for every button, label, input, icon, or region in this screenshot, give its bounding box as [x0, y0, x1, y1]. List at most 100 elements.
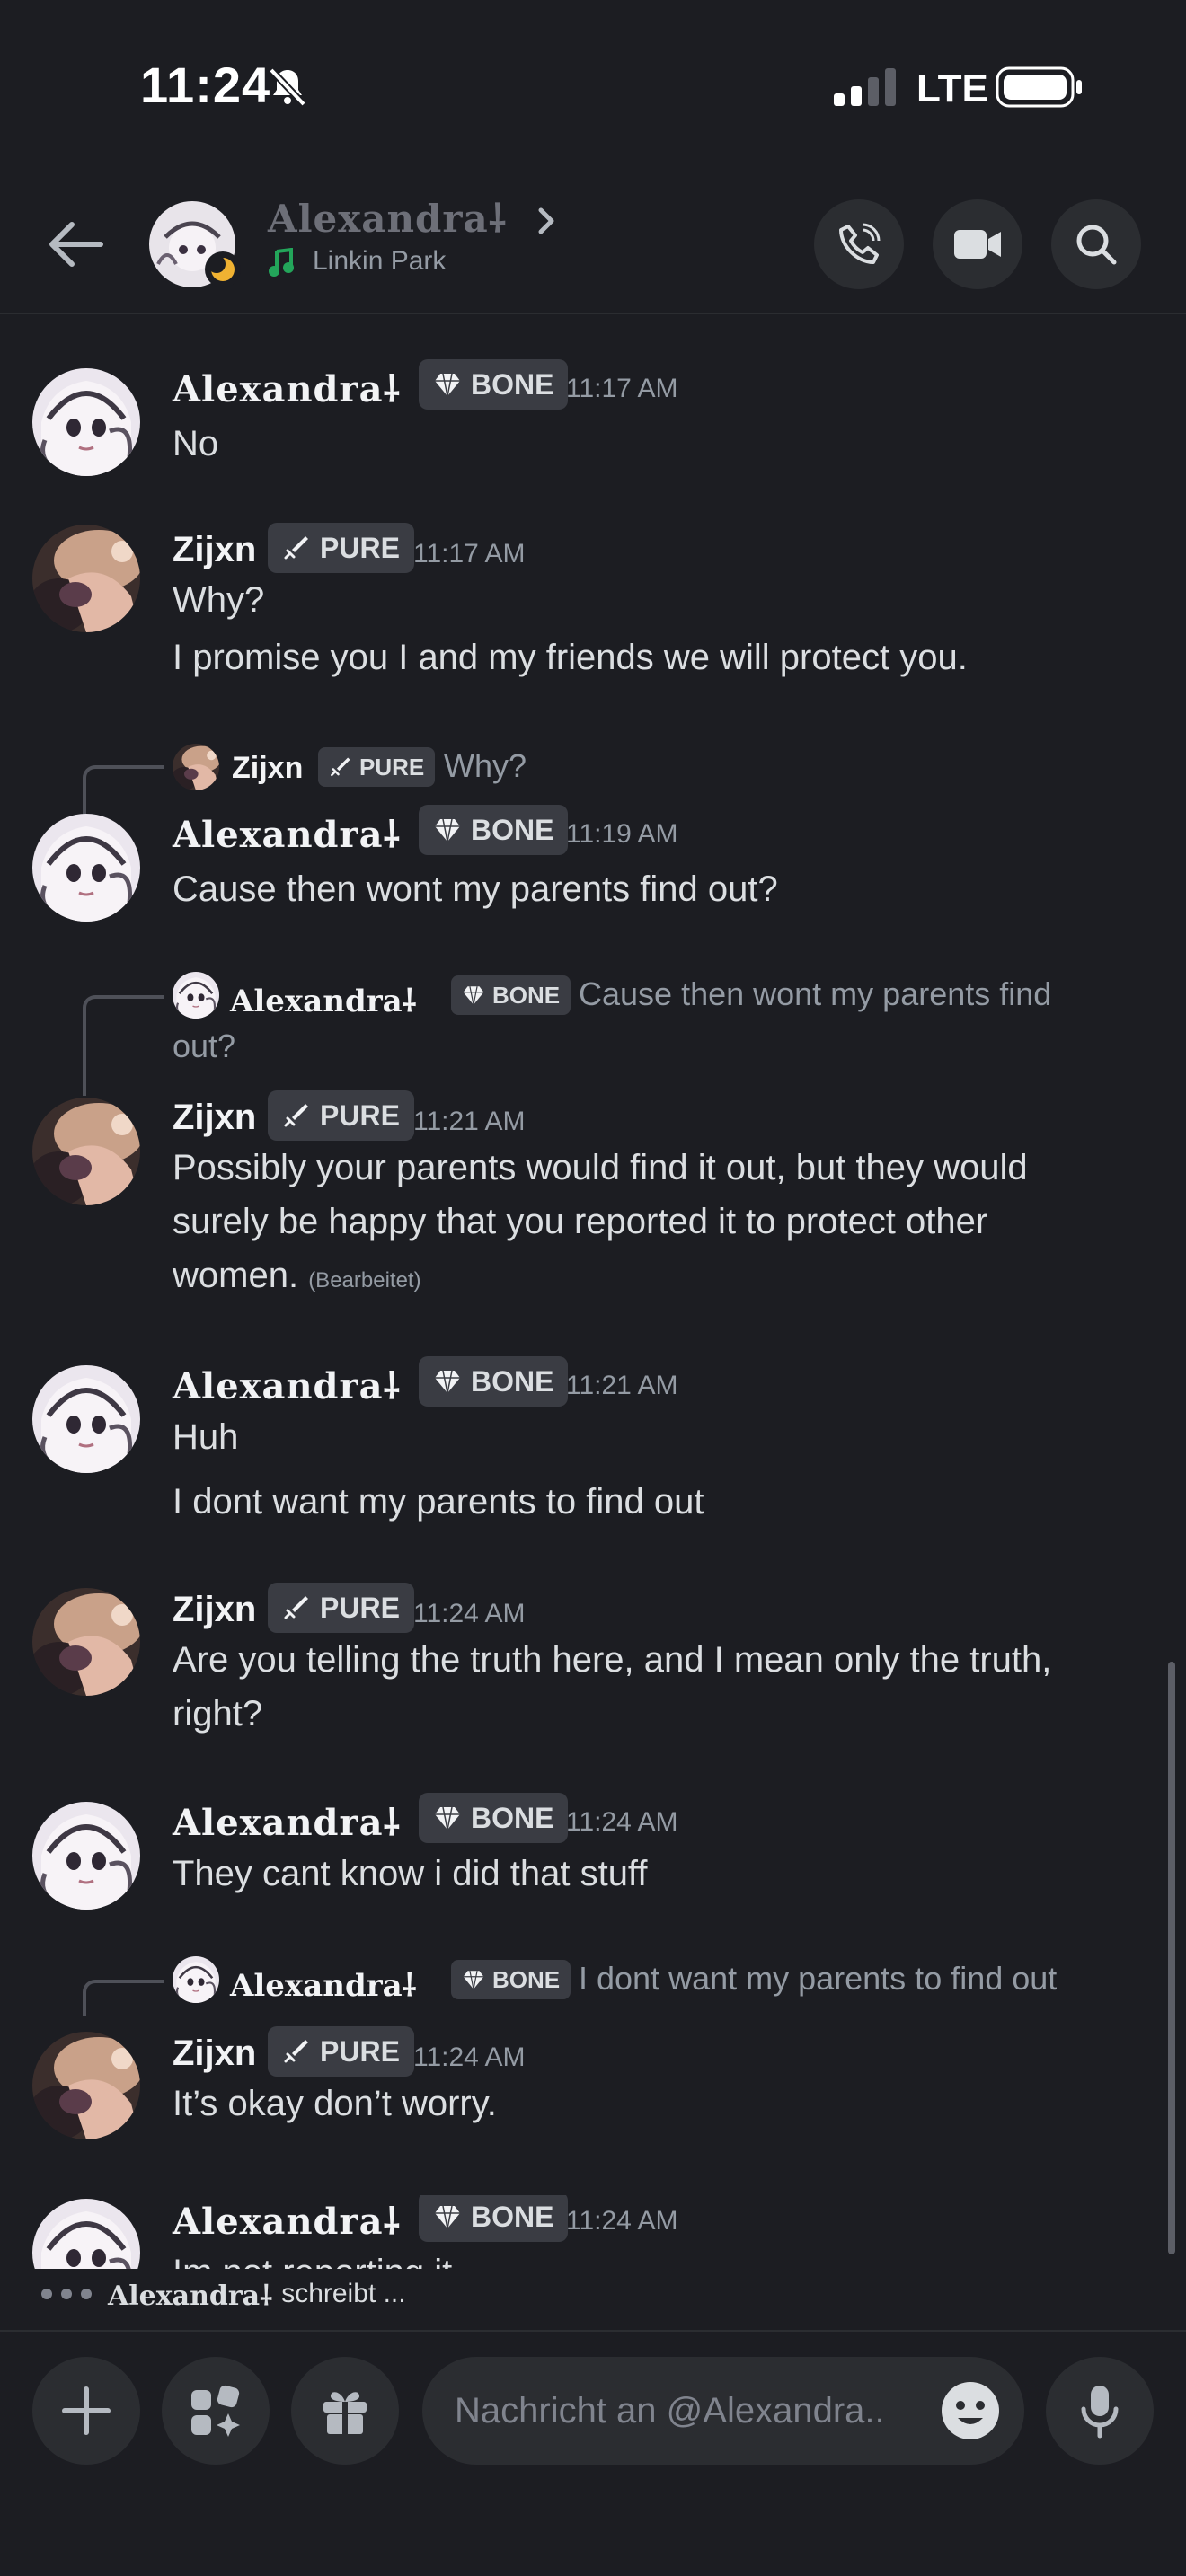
sword-icon [282, 1593, 311, 1622]
voice-message-button[interactable] [1046, 2357, 1154, 2465]
header-activity: Linkin Park [268, 246, 446, 277]
status-time: 11:24 [140, 57, 271, 113]
message-text: surely be happy that you reported it to … [173, 1202, 988, 1241]
avatar[interactable] [32, 1365, 140, 1473]
typing-dot [41, 2289, 52, 2299]
chevron-right-icon[interactable] [535, 203, 559, 239]
message-timestamp: 11:24 AM [566, 1807, 678, 1837]
tag-label: PURE [320, 1098, 400, 1132]
tag-label: BONE [492, 981, 561, 1009]
message-author[interactable]: Zijxn [173, 2033, 256, 2074]
role-tag[interactable]: PURE [268, 1090, 414, 1141]
role-tag[interactable]: BONE [419, 359, 569, 410]
typing-text: schreibt ... [281, 2279, 406, 2308]
apps-button[interactable] [162, 2357, 270, 2465]
typing-indicator: Alexandra⸸ schreibt ... [41, 2272, 406, 2316]
network-type: LTE [916, 66, 988, 110]
video-call-button[interactable] [933, 199, 1022, 289]
reply-connector [83, 765, 164, 816]
plus-icon [62, 2386, 111, 2435]
message-author[interactable]: Zijxn [173, 1590, 256, 1630]
voice-call-button[interactable] [814, 199, 904, 289]
gift-button[interactable] [291, 2357, 399, 2465]
microphone-icon [1081, 2386, 1119, 2439]
role-tag[interactable]: BONE [419, 2195, 569, 2242]
role-tag[interactable]: BONE [419, 805, 569, 855]
message-author[interactable]: Alexandra⸸ [173, 1360, 401, 1409]
typing-dot [81, 2289, 92, 2299]
edited-label: (Bearbeitet) [308, 1268, 421, 1292]
message-input[interactable] [455, 2357, 931, 2465]
avatar[interactable] [32, 525, 140, 632]
search-button[interactable] [1051, 199, 1141, 289]
typing-name: Alexandra⸸ [108, 2280, 273, 2312]
message-text: women. (Bearbeitet) [173, 1248, 421, 1308]
message-timestamp: 11:19 AM [566, 819, 678, 849]
message-text: Possibly your parents would find it out,… [173, 1148, 1028, 1187]
avatar[interactable] [32, 368, 140, 476]
dm-header: Alexandra⸸ Linkin Park [0, 171, 1186, 314]
message-text: right? [173, 1694, 263, 1734]
avatar[interactable] [32, 1802, 140, 1910]
message-timestamp: 11:21 AM [566, 1371, 678, 1400]
sword-icon [282, 2037, 311, 2066]
back-arrow-icon[interactable] [45, 217, 106, 271]
message-text: Why? [173, 580, 265, 620]
message-text: Are you telling the truth here, and I me… [173, 1640, 1052, 1680]
avatar[interactable] [32, 1588, 140, 1696]
tag-label: BONE [471, 2200, 554, 2233]
diamond-icon [433, 1804, 462, 1832]
header-username[interactable]: Alexandra⸸ [268, 192, 507, 243]
message-text: It’s okay don’t worry. [173, 2084, 497, 2123]
message-text-line: women. [173, 1256, 299, 1295]
message-text: Im not reporting it [173, 2245, 452, 2269]
message[interactable]: Alexandra⸸ BONE 11:24 AM Im not reportin… [0, 2195, 1186, 2269]
diamond-icon [433, 1367, 462, 1396]
avatar[interactable] [32, 2199, 140, 2269]
apps-icon [191, 2385, 240, 2437]
reply-author[interactable]: Alexandra⸸ [230, 979, 417, 1020]
sword-icon [282, 534, 311, 562]
emoji-icon[interactable] [940, 2380, 1001, 2441]
diamond-icon [433, 2202, 462, 2231]
sword-icon [282, 1101, 311, 1130]
composer [0, 2330, 1186, 2576]
battery-icon [996, 66, 1082, 108]
search-icon [1076, 225, 1117, 265]
add-attachment-button[interactable] [32, 2357, 140, 2465]
cellular-signal-icon [834, 68, 896, 106]
avatar[interactable] [32, 814, 140, 922]
message-author[interactable]: Alexandra⸸ [173, 2195, 401, 2245]
role-tag[interactable]: PURE [268, 2026, 414, 2077]
video-camera-icon [954, 230, 1001, 259]
idle-status-moon-icon [205, 251, 241, 287]
typing-dot [61, 2289, 72, 2299]
role-tag[interactable]: BONE [419, 1356, 569, 1407]
reply-text: out? [173, 1028, 236, 1064]
message-author[interactable]: Alexandra⸸ [173, 1796, 401, 1846]
avatar[interactable] [32, 1098, 140, 1205]
sword-icon [329, 755, 352, 779]
reply-author[interactable]: Alexandra⸸ [230, 1963, 417, 2005]
message-author[interactable]: Alexandra⸸ [173, 363, 401, 412]
avatar[interactable] [32, 2032, 140, 2139]
reply-text: I dont want my parents to find out [579, 1960, 1058, 1997]
reply-text: Why? [444, 747, 527, 784]
tag-label: BONE [492, 1965, 561, 1993]
activity-text: Linkin Park [313, 246, 447, 276]
message-input-container[interactable] [422, 2357, 1024, 2465]
diamond-icon [462, 984, 485, 1007]
reply-author[interactable]: Zijxn [232, 751, 303, 786]
scrollbar[interactable] [1168, 1662, 1175, 2254]
role-tag[interactable]: PURE [268, 1583, 414, 1633]
diamond-icon [433, 370, 462, 399]
reply-connector [83, 1980, 164, 2016]
message-author[interactable]: Zijxn [173, 1098, 256, 1138]
role-tag[interactable]: PURE [268, 523, 414, 573]
message-author[interactable]: Zijxn [173, 530, 256, 570]
message-text: No [173, 424, 219, 463]
role-tag[interactable]: BONE [419, 1793, 569, 1843]
message-timestamp: 11:17 AM [413, 539, 526, 569]
message-author[interactable]: Alexandra⸸ [173, 808, 401, 858]
tag-label: PURE [359, 753, 425, 781]
